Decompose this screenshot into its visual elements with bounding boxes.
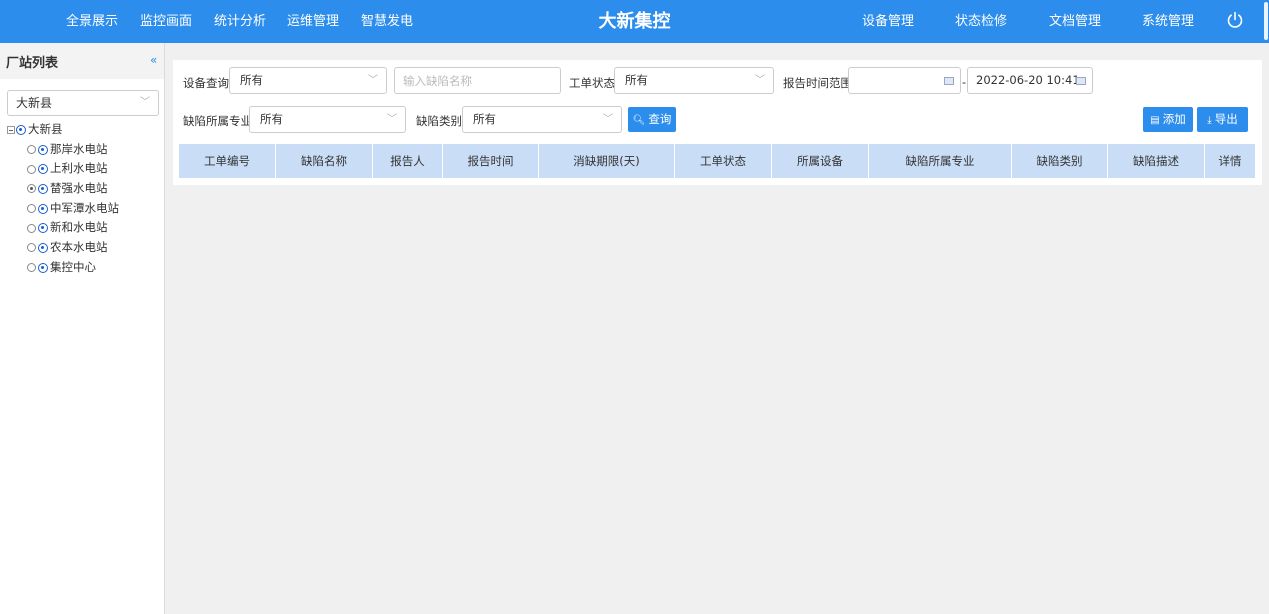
sidebar-title: 厂站列表 <box>6 56 59 71</box>
tree-item[interactable]: 农本水电站 <box>7 238 162 258</box>
collapse-toggle-icon[interactable] <box>7 125 15 134</box>
column-header[interactable]: 报告时间 <box>443 144 539 178</box>
tree-item[interactable]: 榃强水电站 <box>7 179 162 199</box>
tree-item-label: 榃强水电站 <box>50 181 108 196</box>
document-icon: ▤ <box>1150 115 1160 126</box>
station-node-icon <box>38 144 48 155</box>
station-node-icon <box>38 242 48 253</box>
column-header[interactable]: 缺陷所属专业 <box>869 144 1012 178</box>
add-button-label: 添加 <box>1162 112 1186 126</box>
tree-item[interactable]: 上利水电站 <box>7 159 162 179</box>
status-select-value: 所有 <box>625 73 648 87</box>
station-node-icon <box>16 124 26 135</box>
chevron-down-icon: ﹀ <box>368 75 378 86</box>
nav-panorama[interactable]: 全景展示 <box>66 0 118 43</box>
defect-table-header: 工单编号 缺陷名称 报告人 报告时间 消缺期限(天) 工单状态 所属设备 缺陷所… <box>179 144 1255 178</box>
column-header[interactable]: 消缺期限(天) <box>539 144 675 178</box>
station-node-icon <box>38 164 48 175</box>
tree-item-label: 上利水电站 <box>50 161 108 176</box>
add-button[interactable]: ▤ 添加 <box>1143 107 1193 132</box>
column-header[interactable]: 报告人 <box>373 144 443 178</box>
nav-system-management[interactable]: 系统管理 <box>1142 0 1194 43</box>
column-header[interactable]: 缺陷描述 <box>1108 144 1205 178</box>
device-select[interactable]: 所有 ﹀ <box>229 67 387 94</box>
station-radio-checked[interactable] <box>27 184 36 194</box>
nav-monitoring[interactable]: 监控画面 <box>140 0 192 43</box>
chevron-down-icon: ﹀ <box>755 75 765 86</box>
device-select-value: 所有 <box>240 73 263 87</box>
station-tree: 大新县 那岸水电站 上利水电站 榃强水电站 中军潭水电站 新和水电站 农本水电站… <box>7 120 162 278</box>
chevron-down-icon: ﹀ <box>603 114 613 125</box>
work-order-status-label: 工单状态: <box>569 76 619 90</box>
county-select-value: 大新县 <box>16 96 53 110</box>
defect-category-select[interactable]: 所有 ﹀ <box>462 106 622 133</box>
tree-item[interactable]: 新和水电站 <box>7 218 162 238</box>
specialty-select-value: 所有 <box>260 112 283 126</box>
tree-item[interactable]: 那岸水电站 <box>7 140 162 160</box>
sidebar: 厂站列表 « 大新县 ﹀ 大新县 那岸水电站 上利水电站 榃强水电站 中军潭水电… <box>0 43 165 614</box>
column-header[interactable]: 所属设备 <box>772 144 869 178</box>
tree-item[interactable]: 集控中心 <box>7 258 162 278</box>
top-nav-bar: 全景展示 监控画面 统计分析 运维管理 智慧发电 大新集控 设备管理 状态检修 … <box>0 0 1269 43</box>
station-radio[interactable] <box>27 145 36 155</box>
time-end-input[interactable]: 2022-06-20 10:41 <box>967 67 1093 94</box>
work-order-status-select[interactable]: 所有 ﹀ <box>614 67 774 94</box>
search-icon: 🔍︎ <box>632 115 646 126</box>
chevron-down-icon: ﹀ <box>140 97 150 108</box>
station-radio[interactable] <box>27 223 36 233</box>
column-header[interactable]: 详情 <box>1205 144 1255 178</box>
filter-panel: 设备查询: 所有 ﹀ 工单状态: 所有 ﹀ 报告时间范围: - 2022-06-… <box>173 60 1262 185</box>
device-query-label: 设备查询: <box>183 76 233 90</box>
chevron-down-icon: ﹀ <box>387 114 397 125</box>
tree-root[interactable]: 大新县 <box>7 120 162 140</box>
station-radio[interactable] <box>27 204 36 214</box>
calendar-icon[interactable] <box>944 77 954 85</box>
station-node-icon <box>38 223 48 234</box>
station-radio[interactable] <box>27 243 36 253</box>
nav-operations[interactable]: 运维管理 <box>287 0 339 43</box>
station-radio[interactable] <box>27 263 36 273</box>
nav-document-management[interactable]: 文档管理 <box>1049 0 1101 43</box>
export-button[interactable]: ⤓ 导出 <box>1197 107 1248 132</box>
station-node-icon <box>38 183 48 194</box>
defect-name-input[interactable] <box>394 67 561 94</box>
county-select[interactable]: 大新县 ﹀ <box>7 90 159 116</box>
export-button-label: 导出 <box>1214 112 1238 126</box>
defect-specialty-label: 缺陷所属专业: <box>183 114 256 128</box>
power-icon[interactable] <box>1226 11 1244 29</box>
time-end-value: 2022-06-20 10:41 <box>976 73 1080 87</box>
column-header[interactable]: 缺陷名称 <box>276 144 373 178</box>
collapse-sidebar-icon[interactable]: « <box>150 53 157 67</box>
tree-item-label: 中军潭水电站 <box>50 200 119 215</box>
tree-item[interactable]: 中军潭水电站 <box>7 199 162 219</box>
defect-specialty-select[interactable]: 所有 ﹀ <box>249 106 406 133</box>
station-radio[interactable] <box>27 164 36 174</box>
category-select-value: 所有 <box>473 112 496 126</box>
defect-category-label: 缺陷类别: <box>416 114 466 128</box>
query-button-label: 查询 <box>648 112 672 126</box>
tree-item-label: 那岸水电站 <box>50 141 108 156</box>
nav-condition-maintenance[interactable]: 状态检修 <box>955 0 1007 43</box>
nav-device-management[interactable]: 设备管理 <box>862 0 914 43</box>
time-separator: - <box>962 75 967 89</box>
scrollbar[interactable] <box>1262 0 1269 43</box>
report-time-range-label: 报告时间范围: <box>783 76 856 90</box>
nav-statistics[interactable]: 统计分析 <box>214 0 266 43</box>
query-button[interactable]: 🔍︎ 查询 <box>628 107 676 132</box>
tree-item-label: 新和水电站 <box>50 220 108 235</box>
tree-root-label: 大新县 <box>28 122 63 136</box>
sidebar-header: 厂站列表 « <box>0 43 164 79</box>
column-header[interactable]: 工单状态 <box>675 144 772 178</box>
station-node-icon <box>38 203 48 214</box>
time-start-input[interactable] <box>848 67 961 94</box>
nav-smart-generation[interactable]: 智慧发电 <box>361 0 413 43</box>
column-header[interactable]: 工单编号 <box>179 144 276 178</box>
station-node-icon <box>38 262 48 273</box>
download-icon: ⤓ <box>1207 115 1212 126</box>
tree-item-label: 农本水电站 <box>50 240 108 255</box>
tree-item-label: 集控中心 <box>50 259 96 274</box>
column-header[interactable]: 缺陷类别 <box>1012 144 1108 178</box>
calendar-icon[interactable] <box>1076 77 1086 85</box>
